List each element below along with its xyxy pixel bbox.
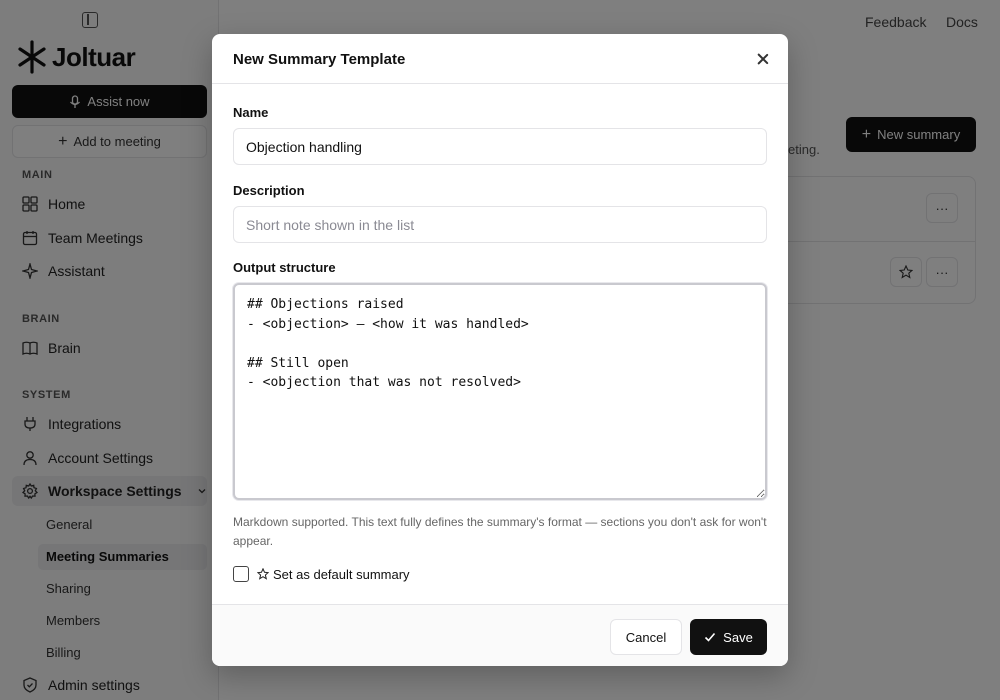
- name-label: Name: [233, 105, 269, 120]
- save-button[interactable]: Save: [690, 619, 767, 655]
- default-summary-option[interactable]: Set as default summary: [233, 566, 410, 582]
- new-summary-template-dialog: New Summary Template Name Description Ou…: [212, 34, 788, 666]
- dialog-footer: Cancel Save: [212, 604, 788, 666]
- save-label: Save: [723, 629, 753, 645]
- dialog-header: New Summary Template: [212, 34, 788, 84]
- default-summary-label: Set as default summary: [257, 567, 410, 582]
- close-icon[interactable]: [754, 50, 772, 68]
- output-structure-label: Output structure: [233, 260, 336, 275]
- star-icon: [257, 568, 269, 580]
- cancel-button[interactable]: Cancel: [610, 619, 682, 655]
- default-summary-checkbox[interactable]: [233, 566, 249, 582]
- dialog-title: New Summary Template: [233, 51, 406, 68]
- output-help-text: Markdown supported. This text fully defi…: [233, 515, 767, 548]
- check-icon: [705, 632, 716, 642]
- output-structure-editor[interactable]: ## Objections raised - <objection> — <ho…: [233, 283, 767, 500]
- default-summary-text: Set as default summary: [273, 566, 410, 582]
- name-field[interactable]: [233, 128, 767, 165]
- description-field[interactable]: [233, 206, 767, 243]
- description-label: Description: [233, 183, 305, 198]
